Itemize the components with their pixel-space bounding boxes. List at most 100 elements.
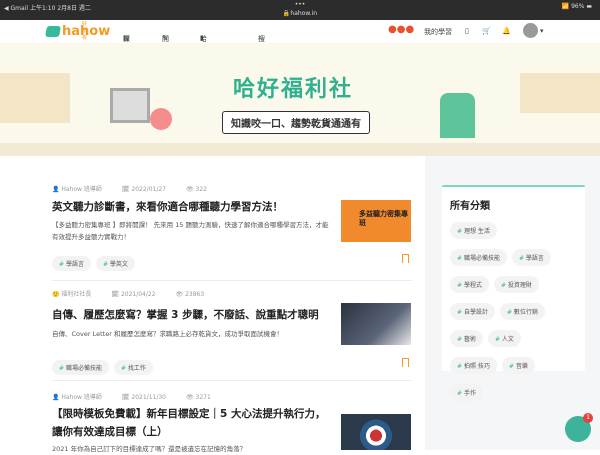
category-label: 投資理財 (507, 282, 532, 289)
hash-icon: # (457, 363, 463, 370)
battery: 96% (571, 3, 585, 10)
my-learning-link[interactable]: 我的學習 (424, 27, 452, 37)
chevron-down-icon[interactable]: ▾ (540, 27, 544, 35)
date: 🗓 2022/01/27 (121, 186, 166, 193)
tag-label: 學語言 (65, 261, 84, 268)
date-text: 2021/11/30 (131, 394, 166, 401)
category-label: 學程式 (463, 282, 482, 289)
category-tag[interactable]: # 手作 (450, 384, 483, 401)
hero-banner[interactable]: 哈好福利社 知識咬一口、趨勢乾貨通通有 (0, 43, 600, 156)
tag-label: 找工作 (127, 365, 146, 372)
category-label: 手作 (463, 390, 476, 397)
article-desc: 2021 年你為自己訂下的目標達成了嗎？還是被遺忘在記憶的角落？ (52, 445, 247, 453)
category-label: 拍照 技巧 (463, 363, 490, 370)
hash-icon: # (508, 363, 514, 370)
article-thumbnail[interactable] (341, 303, 411, 345)
category-label: 數位行銷 (513, 309, 538, 316)
article-desc: 【多益聽力密集專班 】即將開課！ 先來用 15 題聽力測驗，快速了解你適合哪種學… (52, 221, 329, 241)
more-dots-icon[interactable]: ••• (0, 1, 600, 8)
divider (52, 280, 412, 281)
article-tags: # 學語言 # 學英文 (52, 251, 140, 271)
tag[interactable]: # 職場必備技能 (52, 360, 109, 375)
views: 👁 3271 (186, 394, 211, 401)
logo-mark-icon (45, 26, 61, 37)
category-tag[interactable]: # 拍照 技巧 (450, 357, 497, 374)
shelf-illustration-right (520, 73, 600, 113)
category-label: 自學設計 (463, 309, 488, 316)
views-count: 322 (195, 186, 207, 193)
category-tag[interactable]: # 理想 生活 (450, 222, 497, 239)
views: 👁 322 (186, 186, 207, 193)
category-tag[interactable]: # 藝術 (450, 330, 483, 347)
tag-label: 學英文 (109, 261, 128, 268)
url: hahow.in (290, 10, 318, 17)
category-label: 理想 生活 (463, 228, 490, 235)
article-meta: 👤 Hahow 班導師 🗓 2022/01/27 👁 322 (52, 184, 227, 193)
promo-icon[interactable]: ●●● (388, 24, 414, 35)
author[interactable]: 👤 Hahow 班導師 (52, 394, 112, 401)
views-count: 3271 (195, 394, 211, 401)
category-label: 人文 (501, 336, 514, 343)
hash-icon: # (457, 228, 463, 235)
bookmark-icon[interactable]: ▯ (465, 27, 469, 35)
category-tag[interactable]: # 學語言 (511, 249, 551, 266)
computer-illustration (110, 88, 150, 123)
category-tag[interactable]: # 音樂 (501, 357, 535, 374)
bell-icon[interactable]: 🔔 (502, 27, 511, 35)
category-label: 音樂 (515, 363, 528, 370)
shelf-illustration (0, 73, 70, 123)
url-bar[interactable]: 🔒hahow.in (0, 10, 600, 17)
banner-title: 哈好福利社 (233, 77, 354, 102)
hash-icon: # (500, 282, 506, 289)
author[interactable]: 🙂 福利社社長 (52, 291, 101, 298)
article-title[interactable]: 自傳、履歷怎麼寫？掌握 3 步驟，不廢話、說重點才聰明 (52, 306, 334, 324)
author-name: Hahow 班導師 (61, 186, 102, 193)
status-bar: ◀ Gmail 上午1:10 2月8日 週二 ••• 🔒hahow.in 📶 9… (0, 0, 600, 20)
article-tags: # 職場必備技能 # 找工作 (52, 355, 158, 375)
article-desc: 自傳、Cover Letter 和履歷怎麼寫？求職路上必存乾貨文，成功爭取面試機… (52, 330, 283, 338)
cart-icon[interactable]: 🛒 (482, 27, 491, 35)
category-card: 所有分類 # 理想 生活 # 職場必備技能 # 學語言 # 學程式 # 投資理財 # 自學… (442, 185, 585, 401)
top-nav: hahow 好學校 ▦ 探索 ✎ 開課 ▮ 哈好福利社 ⌕ 搜尋 ●●● 我的學… (0, 20, 600, 83)
avatar[interactable] (523, 23, 538, 38)
author-name: 福利社社長 (61, 291, 92, 298)
tag[interactable]: # 找工作 (113, 360, 153, 375)
divider (52, 380, 412, 381)
bookmark-icon[interactable] (402, 358, 409, 367)
article-thumbnail[interactable]: 多益聽力密集專班 (341, 200, 411, 242)
article-meta: 👤 Hahow 班導師 🗓 2021/11/30 👁 3271 (52, 392, 231, 401)
tag[interactable]: # 學英文 (95, 256, 135, 271)
status-right: 📶 96% ▬ (561, 3, 592, 10)
chat-badge: 1 (583, 413, 593, 423)
category-tag[interactable]: # 人文 (487, 330, 521, 347)
category-label: 藝術 (463, 336, 476, 343)
date: 🗓 2021/11/30 (121, 394, 166, 401)
article-thumbnail[interactable] (341, 414, 411, 450)
character-illustration (440, 93, 475, 138)
hash-icon: # (457, 390, 463, 397)
article-title[interactable]: 【限時模板免費載】新年目標設定｜5 大心法提升執行力，讓你有效達成目標（上） (52, 405, 334, 441)
views: 👁 23863 (175, 291, 205, 298)
hash-icon: # (457, 336, 463, 343)
tag[interactable]: # 學語言 (52, 256, 91, 271)
category-tag[interactable]: # 自學設計 (450, 303, 495, 320)
hash-icon: # (494, 336, 500, 343)
hash-icon: # (506, 309, 512, 316)
hash-icon: # (518, 255, 524, 262)
bookmark-icon[interactable] (402, 254, 409, 263)
category-tag[interactable]: # 職場必備技能 (450, 249, 507, 266)
author[interactable]: 👤 Hahow 班導師 (52, 186, 112, 193)
views-count: 23863 (185, 291, 205, 298)
article-title[interactable]: 英文聽力診斷書，來看你適合哪種聽力學習方法！ (52, 198, 334, 216)
category-list: # 理想 生活 # 職場必備技能 # 學語言 # 學程式 # 投資理財 # 自學設計 # 數… (450, 218, 577, 407)
donut-illustration (150, 108, 172, 130)
logo-sub: 好學校 (82, 21, 88, 41)
hash-icon: # (457, 282, 463, 289)
category-tag[interactable]: # 投資理財 (493, 276, 539, 293)
category-tag[interactable]: # 學程式 (450, 276, 489, 293)
hash-icon: # (457, 309, 463, 316)
hash-icon: # (457, 255, 463, 262)
counter-illustration (0, 143, 600, 156)
date: 🗓 2021/04/22 (111, 291, 156, 298)
category-tag[interactable]: # 數位行銷 (499, 303, 545, 320)
